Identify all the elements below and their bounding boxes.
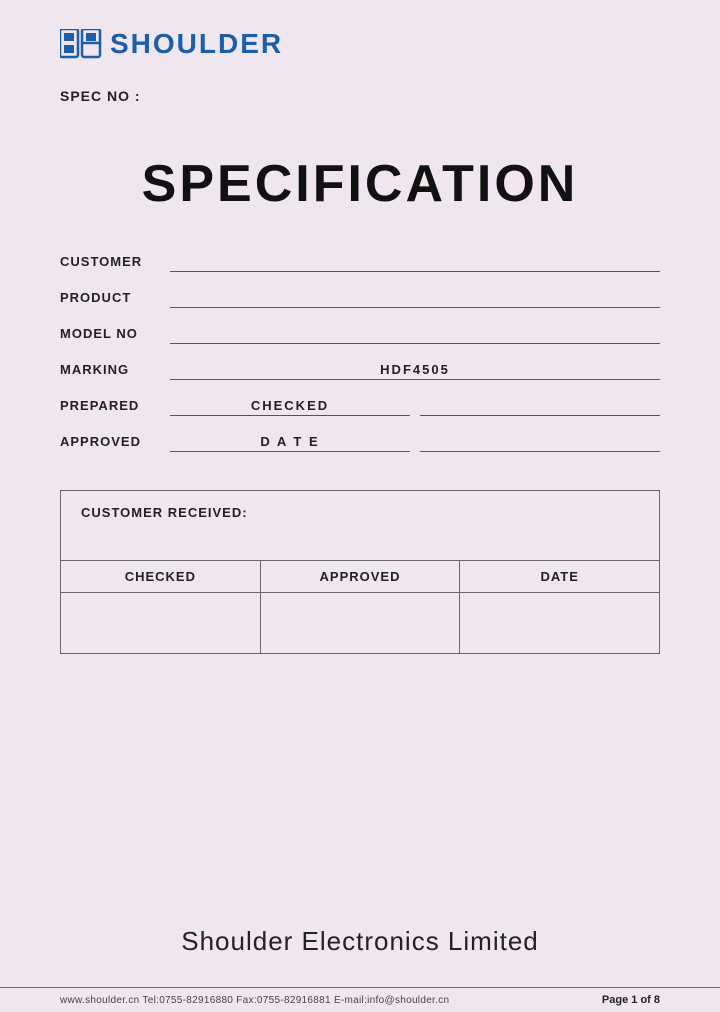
- table-body-date: [460, 593, 659, 653]
- logo-area: SHOULDER: [60, 28, 660, 60]
- approved-label: APPROVED: [60, 434, 170, 452]
- prepared-value: CHECKED: [251, 398, 329, 413]
- product-line: [170, 286, 660, 308]
- customer-label: CUSTOMER: [60, 254, 170, 272]
- product-row: PRODUCT: [60, 280, 660, 308]
- header: SHOULDER SPEC NO :: [0, 0, 720, 114]
- prepared-field-2: [420, 394, 660, 416]
- prepared-fields: CHECKED: [170, 394, 660, 416]
- bottom-page: Page 1 of 8: [602, 994, 660, 1006]
- table-body-approved: [261, 593, 461, 653]
- marking-row: MARKING HDF4505: [60, 352, 660, 380]
- prepared-field-1: CHECKED: [170, 394, 410, 416]
- approved-value: D A T E: [260, 434, 319, 449]
- product-label: PRODUCT: [60, 290, 170, 308]
- company-name: Shoulder Electronics Limited: [181, 926, 539, 957]
- main-title-area: SPECIFICATION: [0, 114, 720, 244]
- table-header-checked: CHECKED: [61, 561, 261, 592]
- marking-label: MARKING: [60, 362, 170, 380]
- bottom-contact: www.shoulder.cn Tel:0755-82916880 Fax:07…: [60, 995, 449, 1006]
- table-header-date: DATE: [460, 561, 659, 592]
- prepared-row: PREPARED CHECKED: [60, 388, 660, 416]
- model-no-label: MODEL NO: [60, 326, 170, 344]
- table-body: [61, 592, 659, 653]
- prepared-label: PREPARED: [60, 398, 170, 416]
- company-footer-area: Shoulder Electronics Limited: [0, 654, 720, 987]
- bottom-bar: www.shoulder.cn Tel:0755-82916880 Fax:07…: [0, 987, 720, 1012]
- logo-icon: [60, 29, 102, 59]
- logo-text: SHOULDER: [110, 28, 283, 60]
- spec-no-label: SPEC NO :: [60, 88, 660, 104]
- customer-received-box: CUSTOMER RECEIVED: CHECKED APPROVED DATE: [60, 490, 660, 654]
- table-header: CHECKED APPROVED DATE: [61, 560, 659, 592]
- customer-received-label: CUSTOMER RECEIVED:: [61, 491, 659, 560]
- approved-row: APPROVED D A T E: [60, 424, 660, 452]
- customer-line: [170, 250, 660, 272]
- model-no-line: [170, 322, 660, 344]
- marking-line: HDF4505: [170, 358, 660, 380]
- model-no-row: MODEL NO: [60, 316, 660, 344]
- customer-row: CUSTOMER: [60, 244, 660, 272]
- table-header-approved: APPROVED: [261, 561, 461, 592]
- main-title: SPECIFICATION: [142, 154, 579, 214]
- marking-value: HDF4505: [380, 362, 450, 377]
- approved-fields: D A T E: [170, 430, 660, 452]
- table-body-checked: [61, 593, 261, 653]
- page: SHOULDER SPEC NO : SPECIFICATION CUSTOME…: [0, 0, 720, 1012]
- form-section: CUSTOMER PRODUCT MODEL NO MARKING HDF450…: [0, 244, 720, 460]
- approved-field-2: [420, 430, 660, 452]
- approved-field-1: D A T E: [170, 430, 410, 452]
